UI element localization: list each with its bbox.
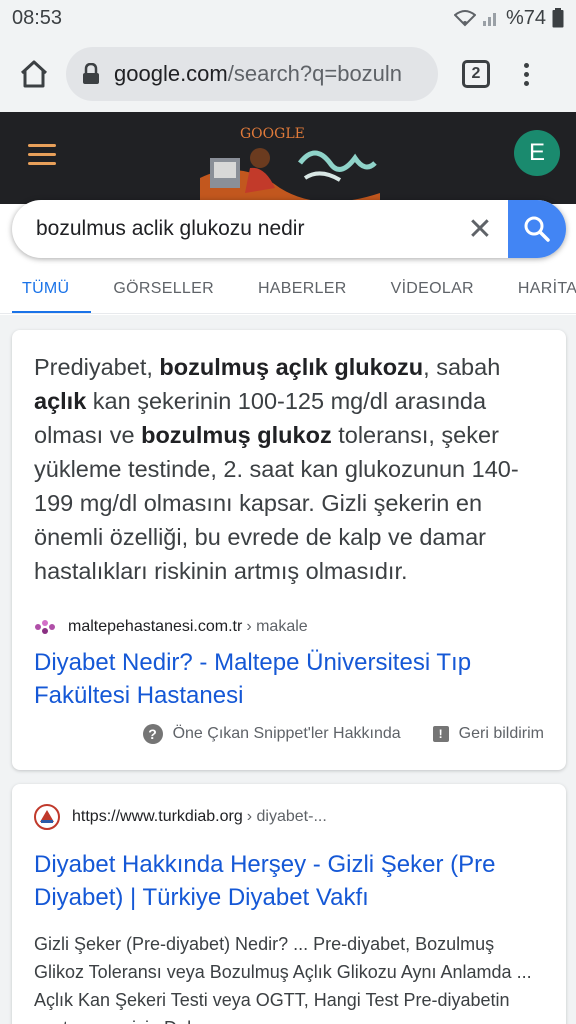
url-text: google.com/search?q=bozuln — [114, 61, 402, 87]
overflow-menu-icon[interactable] — [524, 62, 529, 86]
help-icon: ? — [142, 724, 163, 744]
snippet-bold-text: bozulmuş açlık glukozu — [159, 354, 424, 380]
browser-toolbar: google.com/search?q=bozuln 2 — [0, 36, 576, 112]
wifi-icon — [453, 10, 476, 27]
url-domain: google.com — [114, 61, 228, 86]
tab-maps[interactable]: HARİTA — [496, 264, 576, 313]
snippet-source[interactable]: maltepehastanesi.com.tr › makale — [34, 618, 308, 636]
search-tabs: TÜMÜ GÖRSELLER HABERLER VİDEOLAR HARİTA — [0, 264, 576, 314]
clear-search-button[interactable]: ✕ — [452, 200, 508, 258]
google-header: GOOGLE — [0, 112, 576, 206]
tab-videos[interactable]: VİDEOLAR — [369, 264, 496, 313]
lock-icon — [83, 63, 99, 84]
about-snippets-link[interactable]: ? Öne Çıkan Snippet'ler Hakkında — [142, 724, 401, 744]
search-button[interactable] — [508, 200, 566, 258]
signal-icon — [482, 13, 496, 26]
result-description: Gizli Şeker (Pre-diyabet) Nedir? ... Pre… — [34, 934, 532, 1024]
tab-all[interactable]: TÜMÜ — [0, 264, 92, 313]
search-result-card: https://www.turkdiab.org › diyabet-... Di… — [12, 784, 566, 1024]
tab-news[interactable]: HABERLER — [236, 264, 369, 313]
tab-switcher-button[interactable]: 2 — [462, 60, 490, 88]
result-source[interactable]: https://www.turkdiab.org › diyabet-... — [34, 804, 327, 830]
about-snippets-label: Öne Çıkan Snippet'ler Hakkında — [172, 725, 401, 742]
url-path: /search?q=bozuln — [227, 61, 403, 86]
search-icon — [524, 216, 550, 242]
hamburger-menu-icon[interactable] — [28, 144, 56, 171]
source-domain: maltepehastanesi.com.tr — [68, 618, 243, 635]
site-favicon-icon — [35, 620, 55, 634]
snippet-bold-text: bozulmuş glukoz — [141, 422, 332, 448]
battery-icon — [552, 8, 564, 28]
snippet-text-part: Prediyabet, — [34, 354, 160, 380]
doodle-text: GOOGLE — [240, 126, 305, 142]
address-bar[interactable]: google.com/search?q=bozuln — [66, 47, 438, 101]
status-icons: %74 — [453, 6, 564, 30]
status-bar: 08:53 %74 — [0, 0, 576, 36]
snippet-result-title[interactable]: Diyabet Nedir? - Maltepe Üniversitesi Tı… — [34, 646, 544, 712]
battery-level: %74 — [505, 6, 546, 29]
source-breadcrumb: › makale — [246, 618, 308, 635]
search-input[interactable]: bozulmus aclik glukozu nedir — [12, 217, 452, 241]
site-favicon-icon — [34, 804, 60, 830]
snippet-bold-text: açlık — [34, 388, 87, 414]
snippet-text-part: , sabah — [423, 354, 501, 380]
feedback-icon: ! — [432, 726, 449, 742]
tab-images[interactable]: GÖRSELLER — [91, 264, 236, 313]
feedback-label: Geri bildirim — [458, 725, 544, 742]
featured-snippet-card: Prediyabet, bozulmuş açlık glukozu, saba… — [12, 330, 566, 770]
status-time: 08:53 — [12, 6, 63, 29]
result-breadcrumb: › diyabet-... — [246, 808, 327, 825]
home-button[interactable] — [10, 50, 58, 98]
home-icon — [20, 60, 48, 88]
result-title[interactable]: Diyabet Hakkında Herşey - Gizli Şeker (P… — [34, 848, 544, 914]
google-doodle[interactable]: GOOGLE — [180, 118, 390, 206]
feedback-link[interactable]: ! Geri bildirim — [432, 725, 544, 743]
result-url: https://www.turkdiab.org — [72, 808, 243, 825]
snippet-footer: ? Öne Çıkan Snippet'ler Hakkında ! Geri … — [142, 724, 544, 744]
featured-snippet-text: Prediyabet, bozulmuş açlık glukozu, saba… — [34, 350, 534, 588]
search-box: bozulmus aclik glukozu nedir ✕ — [12, 200, 566, 258]
account-avatar[interactable]: E — [514, 130, 560, 176]
